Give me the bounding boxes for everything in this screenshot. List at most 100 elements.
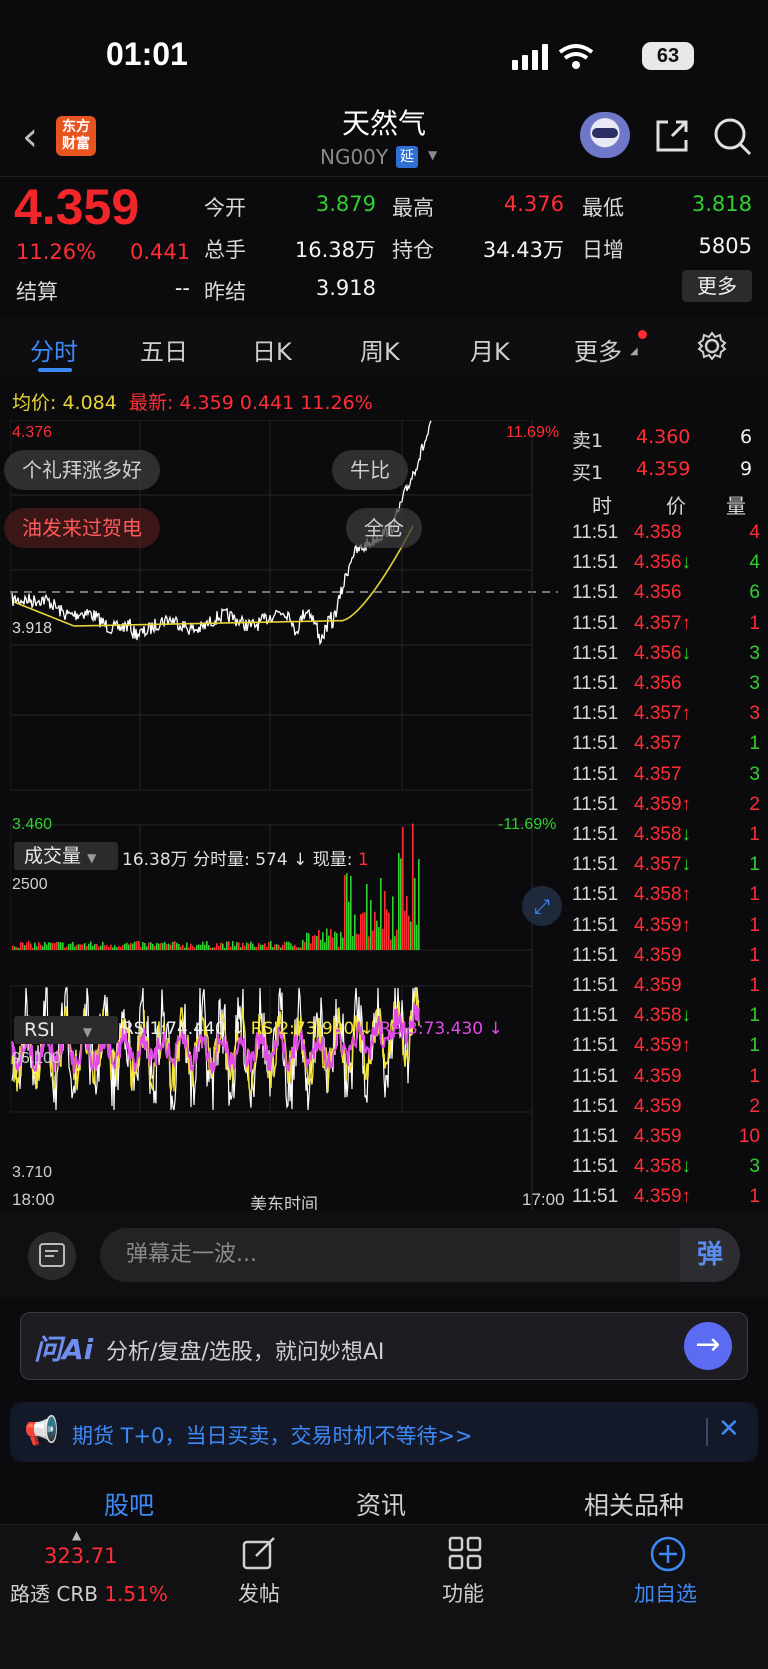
trade-price: 4.357	[634, 763, 682, 785]
ai-prompt-text[interactable]: 分析/复盘/选股，就问妙想AI	[106, 1334, 384, 1366]
tab-related[interactable]: 相关品种	[584, 1486, 684, 1522]
col-price: 价	[666, 494, 686, 518]
expand-icon[interactable]: ⤢	[522, 886, 562, 926]
tab-intraday[interactable]: 分时	[30, 332, 78, 367]
trade-volume: 2	[749, 793, 760, 815]
crb-index-value[interactable]: 323.71	[44, 1544, 117, 1568]
volume-bar	[368, 936, 370, 950]
volume-bar	[54, 943, 56, 950]
volume-bar	[390, 939, 392, 950]
volume-bar	[142, 942, 144, 950]
search-icon[interactable]	[712, 116, 754, 158]
volume-bar	[214, 947, 216, 950]
grid-icon[interactable]	[446, 1534, 486, 1574]
volume-bar	[120, 947, 122, 950]
volume-bar	[394, 936, 396, 950]
volume-bar	[322, 932, 324, 950]
nav-function[interactable]: 功能	[442, 1578, 484, 1608]
volume-bar	[248, 943, 250, 950]
volume-bar	[252, 943, 254, 950]
volume-bar	[360, 914, 362, 950]
volume-bar	[110, 944, 112, 950]
trade-row: 11:51 4.359 1	[572, 1066, 764, 1096]
promo-text[interactable]: 期货 T+0，当日买卖，交易时机不等待>>	[72, 1420, 473, 1450]
tab-five-day[interactable]: 五日	[140, 332, 188, 367]
corner-triangle-icon: ◢	[630, 346, 638, 357]
volume-bar	[130, 943, 132, 950]
trade-time: 11:51	[572, 703, 619, 725]
arrow-right-icon[interactable]: →	[684, 1322, 732, 1370]
trade-time: 11:51	[572, 1005, 619, 1027]
volume-bar	[94, 943, 96, 950]
open-value: 3.879	[315, 192, 376, 216]
chevron-down-icon[interactable]: ▼	[428, 148, 437, 162]
indicator-select-rsi[interactable]: RSI ▼	[14, 1016, 118, 1044]
volume-bar	[320, 939, 322, 950]
volume-bar	[70, 943, 72, 950]
volume-bar	[328, 935, 330, 950]
indicator-select-volume[interactable]: 成交量 ▼	[14, 842, 118, 870]
trade-row: 11:51 4.359 1	[572, 975, 764, 1005]
volume-bar	[288, 941, 290, 950]
nav-post[interactable]: 发帖	[238, 1578, 280, 1608]
volume-bar	[226, 941, 228, 950]
volume-bar	[150, 942, 152, 950]
volume-bar	[118, 946, 120, 950]
plus-circle-icon[interactable]	[648, 1534, 688, 1574]
volume-bar	[332, 937, 334, 950]
close-icon[interactable]: ✕	[718, 1414, 740, 1444]
contract-code[interactable]: NG00Y	[320, 145, 388, 169]
trade-time: 11:51	[572, 975, 619, 996]
tab-guba[interactable]: 股吧	[104, 1486, 154, 1522]
tab-daily-k[interactable]: 日K	[252, 332, 292, 367]
ask-price: 4.360	[636, 426, 691, 448]
price-axis-mid: 3.918	[12, 620, 53, 637]
low-label: 最低	[582, 196, 624, 220]
volume-bar	[250, 941, 252, 950]
trade-time: 11:51	[572, 944, 619, 966]
volume-bar	[356, 933, 358, 950]
volume-bar	[64, 947, 66, 950]
high-label: 最高	[392, 196, 434, 220]
trade-time: 11:51	[572, 1126, 619, 1147]
trade-price: 4.358	[634, 522, 682, 543]
ai-robot-icon[interactable]	[580, 112, 630, 158]
status-time: 01:01	[106, 36, 188, 72]
pct-axis-top: 11.69%	[506, 424, 560, 441]
crb-index-name[interactable]: 路透 CRB 1.51%	[10, 1578, 168, 1607]
danmu-bubble: 个礼拜涨多好	[4, 450, 160, 490]
col-time: 时	[592, 494, 612, 518]
gear-icon[interactable]	[696, 330, 728, 362]
nav-add-watchlist[interactable]: 加自选	[634, 1578, 697, 1608]
trade-price: 4.356↓	[634, 552, 692, 574]
danmu-input[interactable]: 弹幕走一波...	[100, 1228, 740, 1282]
trade-price: 4.358↑	[634, 884, 692, 906]
bid-price: 4.359	[636, 458, 691, 480]
danmu-bubble: 全仓	[346, 508, 422, 548]
tab-more[interactable]: 更多	[574, 332, 622, 367]
trade-volume: 4	[749, 522, 760, 543]
trade-price: 4.358↓	[634, 1005, 692, 1027]
volume-bar	[152, 943, 154, 950]
trade-price: 4.356	[634, 582, 682, 604]
danmu-send-button[interactable]: 弹	[680, 1228, 740, 1282]
trade-price: 4.358↓	[634, 1156, 692, 1178]
trade-time: 11:51	[572, 1156, 619, 1178]
volume-bar	[272, 947, 274, 950]
share-icon[interactable]	[652, 116, 692, 156]
volume-bar	[392, 896, 394, 950]
more-button[interactable]: 更多	[682, 270, 752, 302]
volume-bar	[200, 944, 202, 950]
tab-monthly-k[interactable]: 月K	[470, 332, 510, 367]
volume-bar	[238, 942, 240, 950]
volume-bar	[72, 941, 74, 950]
tab-weekly-k[interactable]: 周K	[360, 332, 400, 367]
volume-bar	[82, 944, 84, 950]
rsi-axis-top: 96.100	[12, 1050, 61, 1067]
volume-bar	[366, 883, 368, 950]
tab-news[interactable]: 资讯	[356, 1486, 406, 1522]
edit-icon[interactable]	[240, 1534, 280, 1574]
position-value: 34.43万	[482, 238, 564, 262]
trade-volume: 3	[749, 1156, 760, 1178]
volume-bar	[40, 944, 42, 950]
